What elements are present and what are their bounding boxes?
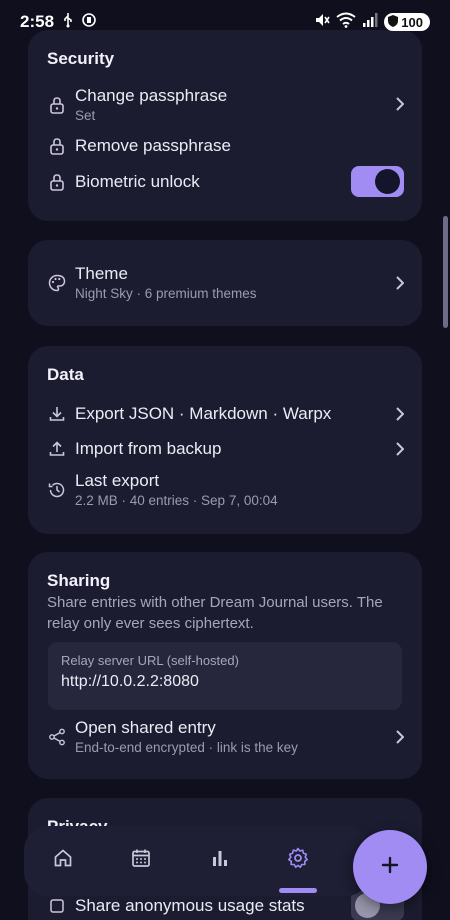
status-bar: 2:58 100 (0, 0, 450, 44)
last-export-details: 2.2 MB · 40 entries · Sep 7, 00:04 (75, 493, 278, 508)
signal-icon (362, 12, 378, 33)
usb-icon (62, 12, 74, 33)
change-passphrase-label: Change passphrase (75, 86, 228, 105)
biometric-unlock-toggle[interactable] (351, 166, 404, 197)
plus-icon (381, 856, 399, 879)
home-icon[interactable] (51, 846, 75, 870)
last-export-row: Last export 2.2 MB · 40 entries · Sep 7,… (28, 470, 422, 510)
wifi-icon (336, 12, 356, 33)
relay-url-label: Relay server URL (self-hosted) (61, 653, 239, 668)
chart-icon (47, 896, 67, 916)
relay-url-field[interactable]: Relay server URL (self-hosted) http://10… (48, 642, 402, 710)
shield-battery-icon (388, 14, 399, 30)
theme-value: Night Sky · 6 premium themes (75, 286, 257, 301)
battery-saver-icon (82, 12, 96, 33)
usage-stats-row[interactable]: Share anonymous usage stats (28, 890, 422, 920)
open-shared-entry-sub: End-to-end encrypted · link is the key (75, 740, 298, 755)
security-title: Security (47, 49, 115, 68)
mute-icon (314, 12, 330, 33)
data-card: Data Export JSON · Markdown · Warpx Impo… (28, 346, 422, 534)
remove-passphrase-label: Remove passphrase (75, 136, 231, 155)
change-passphrase-row[interactable]: Change passphrase Set (28, 85, 422, 125)
history-icon (47, 480, 67, 500)
lock-icon (47, 136, 67, 156)
chevron-right-icon (392, 407, 406, 421)
lock-icon (47, 172, 67, 192)
sharing-description: Share entries with other Dream Journal u… (47, 594, 383, 632)
biometric-unlock-label: Biometric unlock (75, 172, 200, 191)
appearance-card: Theme Night Sky · 6 premium themes (28, 240, 422, 326)
share-icon (47, 727, 67, 747)
import-row[interactable]: Import from backup (28, 437, 422, 461)
export-label: Export JSON · Markdown · Warpx (75, 404, 332, 423)
import-label: Import from backup (75, 439, 222, 458)
scrollbar[interactable] (443, 216, 448, 328)
status-time: 2:58 (20, 12, 55, 31)
export-row[interactable]: Export JSON · Markdown · Warpx (28, 402, 422, 426)
calendar-icon[interactable] (129, 846, 153, 870)
last-export-label: Last export (75, 471, 160, 490)
battery-indicator: 100 (384, 13, 430, 31)
bottom-nav (24, 826, 370, 896)
chevron-right-icon (392, 730, 406, 744)
sharing-card: Sharing Share entries with other Dream J… (28, 552, 422, 779)
remove-passphrase-row[interactable]: Remove passphrase (28, 134, 422, 158)
chevron-right-icon (392, 442, 406, 456)
nav-active-indicator (279, 888, 317, 893)
lock-icon (47, 95, 67, 115)
data-title: Data (47, 365, 84, 384)
theme-label: Theme (75, 264, 128, 283)
sharing-title: Sharing (47, 571, 111, 590)
upload-icon (47, 439, 67, 459)
open-shared-entry-row[interactable]: Open shared entry End-to-end encrypted ·… (28, 717, 422, 757)
add-entry-button[interactable] (353, 830, 427, 904)
download-icon (47, 404, 67, 424)
open-shared-entry-label: Open shared entry (75, 718, 216, 737)
stats-icon[interactable] (208, 846, 232, 870)
change-passphrase-status: Set (75, 108, 96, 123)
settings-icon[interactable] (286, 846, 310, 870)
toggle-knob (375, 169, 400, 194)
palette-icon (47, 273, 67, 293)
security-card: Security Change passphrase Set Remove pa… (28, 30, 422, 221)
relay-url-input[interactable]: http://10.0.2.2:8080 (61, 673, 199, 691)
settings-screen: 2:58 100 Security Change passphrase Set … (0, 0, 450, 920)
theme-row[interactable]: Theme Night Sky · 6 premium themes (28, 263, 422, 303)
usage-stats-label: Share anonymous usage stats (75, 896, 305, 915)
biometric-unlock-row[interactable]: Biometric unlock (28, 166, 422, 198)
chevron-right-icon (392, 276, 406, 290)
chevron-right-icon (392, 97, 406, 111)
battery-level: 100 (401, 14, 423, 30)
settings-list[interactable]: Security Change passphrase Set Remove pa… (0, 0, 450, 920)
